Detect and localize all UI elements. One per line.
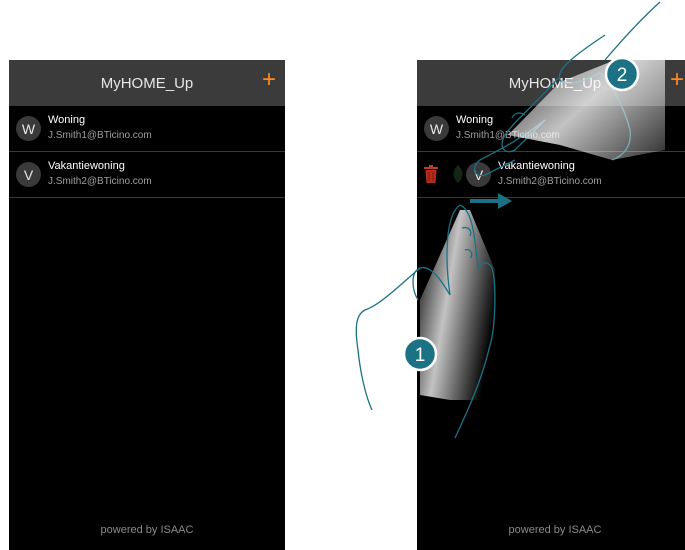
- account-email: J.Smith2@BTicino.com: [48, 176, 152, 187]
- avatar: V: [16, 162, 41, 187]
- app-title: MyHOME_Up: [100, 74, 194, 92]
- avatar: W: [16, 116, 41, 141]
- add-icon[interactable]: +: [670, 68, 684, 92]
- app-title: MyHOME_Up: [508, 74, 602, 92]
- account-email: J.Smith2@BTicino.com: [498, 176, 602, 187]
- avatar: V: [466, 162, 491, 187]
- powered-by-footer: powered by ISAAC: [100, 524, 194, 536]
- account-row-vakantiewoning[interactable]: V Vakantiewoning J.Smith2@BTicino.com: [9, 152, 285, 198]
- account-name: Woning: [48, 114, 86, 126]
- account-name: Vakantiewoning: [498, 160, 575, 172]
- app-header: MyHOME_Up +: [9, 60, 285, 106]
- account-row-woning[interactable]: W Woning J.Smith1@BTicino.com: [417, 106, 685, 152]
- powered-by-footer: powered by ISAAC: [508, 524, 602, 536]
- app-header: MyHOME_Up +: [417, 60, 685, 106]
- phone-screen-left: MyHOME_Up + W Woning J.Smith1@BTicino.co…: [9, 60, 285, 550]
- account-row-swiped[interactable]: V Vakantiewoning J.Smith2@BTicino.com: [417, 152, 685, 198]
- trash-icon[interactable]: [423, 165, 439, 183]
- account-row-woning[interactable]: W Woning J.Smith1@BTicino.com: [9, 106, 285, 152]
- account-email: J.Smith1@BTicino.com: [48, 130, 152, 141]
- account-name: Woning: [456, 114, 494, 126]
- avatar: W: [424, 116, 449, 141]
- account-name: Vakantiewoning: [48, 160, 125, 172]
- leaf-icon[interactable]: [451, 164, 465, 184]
- account-email: J.Smith1@BTicino.com: [456, 130, 560, 141]
- add-icon[interactable]: +: [262, 68, 276, 92]
- phone-screen-right: MyHOME_Up + W Woning J.Smith1@BTicino.co…: [417, 60, 685, 550]
